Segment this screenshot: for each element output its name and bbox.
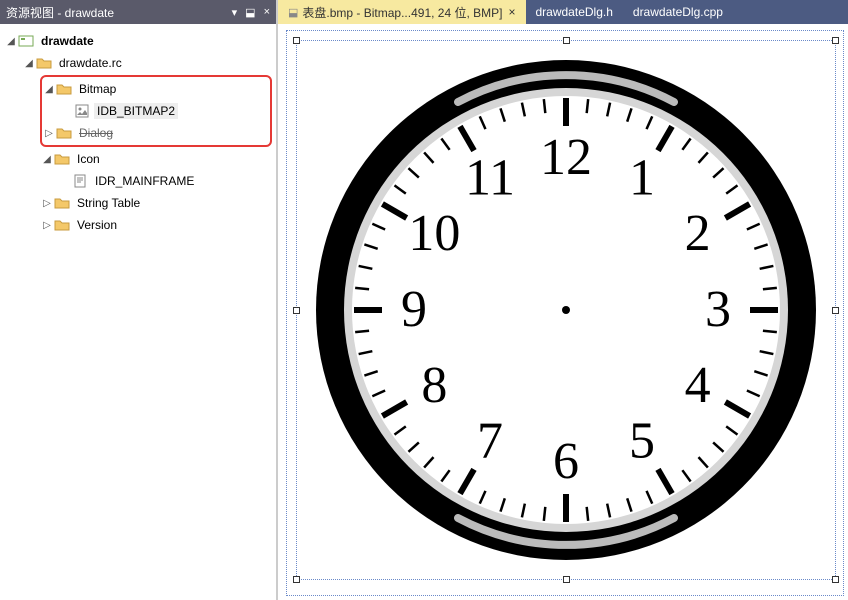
editor-area: ⬓ 表盘.bmp - Bitmap...491, 24 位, BMP] × dr… bbox=[278, 0, 848, 600]
svg-text:2: 2 bbox=[685, 205, 711, 262]
svg-text:4: 4 bbox=[685, 357, 711, 414]
svg-text:11: 11 bbox=[465, 149, 515, 206]
tree-node-dialog[interactable]: ▷ Dialog bbox=[42, 122, 270, 144]
tree-node-stringtable[interactable]: ▷ String Table bbox=[40, 192, 272, 214]
dropdown-icon[interactable]: ▾ bbox=[232, 6, 238, 19]
expand-toggle[interactable]: ◢ bbox=[42, 84, 56, 95]
close-icon[interactable]: × bbox=[264, 6, 270, 18]
tab-dlg-h[interactable]: drawdateDlg.h bbox=[526, 0, 623, 24]
tab-bitmap[interactable]: ⬓ 表盘.bmp - Bitmap...491, 24 位, BMP] × bbox=[278, 0, 526, 24]
highlight-annotation: ◢ Bitmap IDB_BITMAP2 bbox=[40, 75, 272, 147]
tree-node-icon[interactable]: ◢ Icon bbox=[40, 148, 272, 170]
tree-label: drawdate.rc bbox=[56, 55, 125, 71]
file-icon bbox=[72, 173, 88, 189]
tree-label: Version bbox=[74, 217, 120, 233]
pin-icon[interactable]: ⬓ bbox=[245, 6, 255, 19]
tree-label: String Table bbox=[74, 195, 143, 211]
expand-toggle[interactable]: ◢ bbox=[22, 58, 36, 69]
resize-handle[interactable] bbox=[832, 576, 839, 583]
resize-handle[interactable] bbox=[832, 307, 839, 314]
svg-text:3: 3 bbox=[705, 281, 731, 338]
folder-icon bbox=[36, 55, 52, 71]
folder-icon bbox=[54, 151, 70, 167]
svg-text:12: 12 bbox=[540, 129, 592, 186]
expand-toggle[interactable]: ▷ bbox=[42, 128, 56, 139]
tree-label: drawdate bbox=[38, 33, 97, 49]
tree-node-idr-mainframe[interactable]: IDR_MAINFRAME bbox=[58, 170, 272, 192]
resize-handle[interactable] bbox=[563, 37, 570, 44]
close-icon[interactable]: × bbox=[508, 5, 515, 19]
resize-handle[interactable] bbox=[293, 576, 300, 583]
folder-icon bbox=[54, 217, 70, 233]
tab-label: drawdateDlg.cpp bbox=[633, 5, 723, 19]
tree-label: Dialog bbox=[76, 125, 116, 141]
tree-label: Icon bbox=[74, 151, 103, 167]
resource-view-panel: 资源视图 - drawdate ▾ ⬓ × ◢ drawdate ◢ drawd… bbox=[0, 0, 278, 600]
bitmap-icon bbox=[74, 103, 90, 119]
tree-label: IDR_MAINFRAME bbox=[92, 173, 197, 189]
tab-label: 表盘.bmp - Bitmap...491, 24 位, BMP] bbox=[302, 4, 502, 21]
svg-text:8: 8 bbox=[421, 357, 447, 414]
resize-handle[interactable] bbox=[293, 307, 300, 314]
sidebar-header: 资源视图 - drawdate ▾ ⬓ × bbox=[0, 0, 276, 24]
resize-handle[interactable] bbox=[832, 37, 839, 44]
clock-bitmap: 12 12 3 45678 9 1011 bbox=[308, 52, 824, 568]
folder-icon bbox=[56, 81, 72, 97]
folder-icon bbox=[56, 125, 72, 141]
tree-node-bitmap[interactable]: ◢ Bitmap bbox=[42, 78, 270, 100]
tree-node-version[interactable]: ▷ Version bbox=[40, 214, 272, 236]
expand-toggle[interactable]: ◢ bbox=[40, 154, 54, 165]
svg-text:9: 9 bbox=[401, 281, 427, 338]
tree-label: IDB_BITMAP2 bbox=[94, 103, 178, 119]
resource-tree: ◢ drawdate ◢ drawdate.rc ◢ bbox=[0, 24, 276, 600]
sidebar-title: 资源视图 - drawdate bbox=[6, 4, 232, 21]
expand-toggle[interactable]: ▷ bbox=[40, 198, 54, 209]
tree-root[interactable]: ◢ drawdate bbox=[4, 30, 272, 52]
svg-text:6: 6 bbox=[553, 433, 579, 490]
pin-icon: ⬓ bbox=[288, 6, 298, 19]
expand-toggle[interactable]: ◢ bbox=[4, 36, 18, 47]
tab-label: drawdateDlg.h bbox=[536, 5, 613, 19]
resize-handle[interactable] bbox=[563, 576, 570, 583]
svg-text:5: 5 bbox=[629, 413, 655, 470]
svg-text:7: 7 bbox=[477, 413, 503, 470]
svg-text:1: 1 bbox=[629, 149, 655, 206]
tree-label: Bitmap bbox=[76, 81, 119, 97]
expand-toggle[interactable]: ▷ bbox=[40, 220, 54, 231]
bitmap-editor-canvas[interactable]: 12 12 3 45678 9 1011 bbox=[278, 24, 848, 600]
tree-node-idb-bitmap2[interactable]: IDB_BITMAP2 bbox=[60, 100, 270, 122]
tab-bar: ⬓ 表盘.bmp - Bitmap...491, 24 位, BMP] × dr… bbox=[278, 0, 848, 24]
folder-icon bbox=[54, 195, 70, 211]
svg-text:10: 10 bbox=[408, 205, 460, 262]
resize-handle[interactable] bbox=[293, 37, 300, 44]
project-icon bbox=[18, 33, 34, 49]
tree-node-rc[interactable]: ◢ drawdate.rc bbox=[22, 52, 272, 74]
tab-dlg-cpp[interactable]: drawdateDlg.cpp bbox=[623, 0, 733, 24]
